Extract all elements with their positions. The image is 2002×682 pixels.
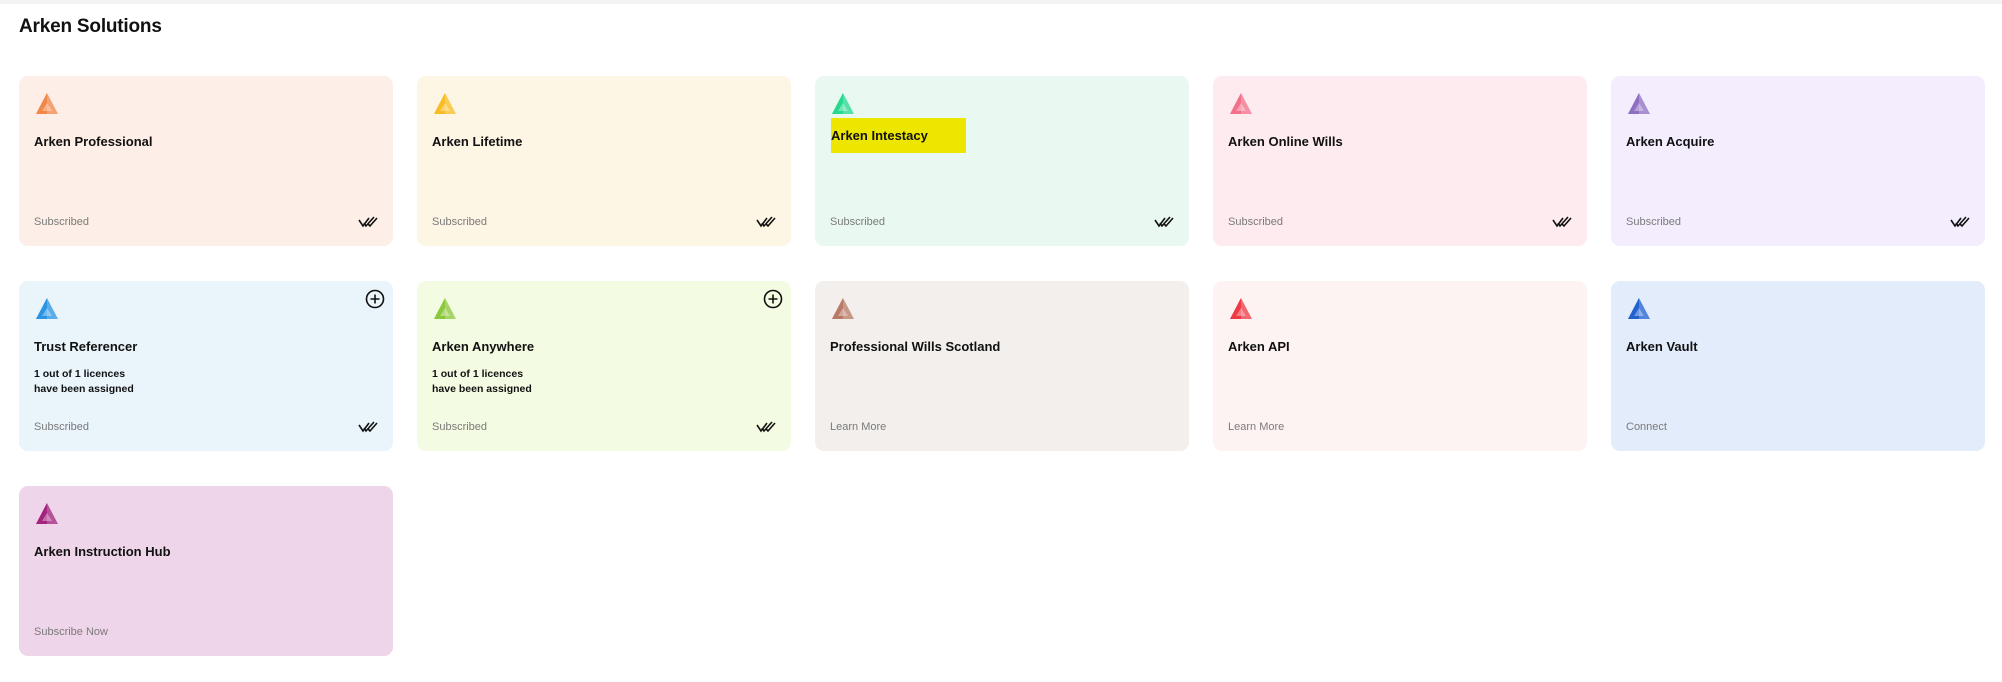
card-status: Subscribed: [34, 216, 90, 228]
solution-card-arken-api[interactable]: Arken API Learn More: [1213, 281, 1587, 451]
card-status: Subscribed: [1228, 216, 1284, 228]
card-title: Arken Vault: [1626, 339, 1698, 354]
solution-card-arken-vault[interactable]: Arken Vault Connect: [1611, 281, 1985, 451]
licence-assigned: have been assigned: [432, 383, 532, 395]
licence-assigned: have been assigned: [34, 383, 134, 395]
solutions-grid: Arken Professional Subscribed Arken Lifeti…: [19, 76, 1985, 656]
card-title: Arken Anywhere: [432, 339, 535, 354]
card-status: Subscribed: [1626, 216, 1682, 228]
card-title: Arken Instruction Hub: [34, 544, 171, 559]
card-title: Trust Referencer: [34, 339, 138, 354]
card-title: Professional Wills Scotland: [830, 339, 1001, 354]
arken-api-logo-icon: [1228, 296, 1254, 322]
card-status: Subscribed: [432, 421, 488, 433]
card-title: Arken Intestacy: [831, 118, 966, 153]
top-bar: [0, 0, 2002, 4]
double-check-icon: [1950, 215, 1970, 229]
card-title: Arken API: [1228, 339, 1290, 354]
card-status: Subscribed: [432, 216, 488, 228]
card-title: Arken Online Wills: [1228, 134, 1343, 149]
arken-online-wills-logo-icon: [1228, 91, 1254, 117]
card-status[interactable]: Connect: [1626, 421, 1667, 433]
arken-intestacy-logo-icon: [830, 91, 856, 117]
solution-card-professional-wills-scotland[interactable]: Professional Wills Scotland Learn More: [815, 281, 1189, 451]
double-check-icon: [1154, 215, 1174, 229]
card-status[interactable]: Learn More: [830, 421, 886, 433]
card-status[interactable]: Learn More: [1228, 421, 1284, 433]
card-title: Arken Acquire: [1626, 134, 1715, 149]
add-licence-icon[interactable]: [365, 289, 385, 309]
licence-info: 1 out of 1 licences have been assigned: [34, 367, 134, 397]
card-status[interactable]: Subscribe Now: [34, 626, 108, 638]
solution-card-arken-acquire[interactable]: Arken Acquire Subscribed: [1611, 76, 1985, 246]
arken-vault-logo-icon: [1626, 296, 1652, 322]
solution-card-arken-professional[interactable]: Arken Professional Subscribed: [19, 76, 393, 246]
arken-instruction-hub-logo-icon: [34, 501, 60, 527]
double-check-icon: [358, 420, 378, 434]
card-status: Subscribed: [34, 421, 90, 433]
licence-info: 1 out of 1 licences have been assigned: [432, 367, 532, 397]
page-title: Arken Solutions: [19, 16, 162, 37]
solution-card-arken-lifetime[interactable]: Arken Lifetime Subscribed: [417, 76, 791, 246]
arken-lifetime-logo-icon: [432, 91, 458, 117]
arken-anywhere-logo-icon: [432, 296, 458, 322]
solution-card-arken-instruction-hub[interactable]: Arken Instruction Hub Subscribe Now: [19, 486, 393, 656]
trust-referencer-logo-icon: [34, 296, 60, 322]
professional-wills-scotland-logo-icon: [830, 296, 856, 322]
licence-count: 1 out of 1 licences: [432, 368, 524, 380]
solution-card-trust-referencer[interactable]: Trust Referencer 1 out of 1 licences have …: [19, 281, 393, 451]
solution-card-arken-anywhere[interactable]: Arken Anywhere 1 out of 1 licences have be…: [417, 281, 791, 451]
card-title: Arken Professional: [34, 134, 153, 149]
arken-professional-logo-icon: [34, 91, 60, 117]
double-check-icon: [1552, 215, 1572, 229]
solution-card-arken-online-wills[interactable]: Arken Online Wills Subscribed: [1213, 76, 1587, 246]
add-licence-icon[interactable]: [763, 289, 783, 309]
licence-count: 1 out of 1 licences: [34, 368, 126, 380]
arken-acquire-logo-icon: [1626, 91, 1652, 117]
card-title: Arken Lifetime: [432, 134, 523, 149]
double-check-icon: [756, 215, 776, 229]
solution-card-arken-intestacy[interactable]: Arken Intestacy Subscribed: [815, 76, 1189, 246]
double-check-icon: [756, 420, 776, 434]
double-check-icon: [358, 215, 378, 229]
card-status: Subscribed: [830, 216, 886, 228]
